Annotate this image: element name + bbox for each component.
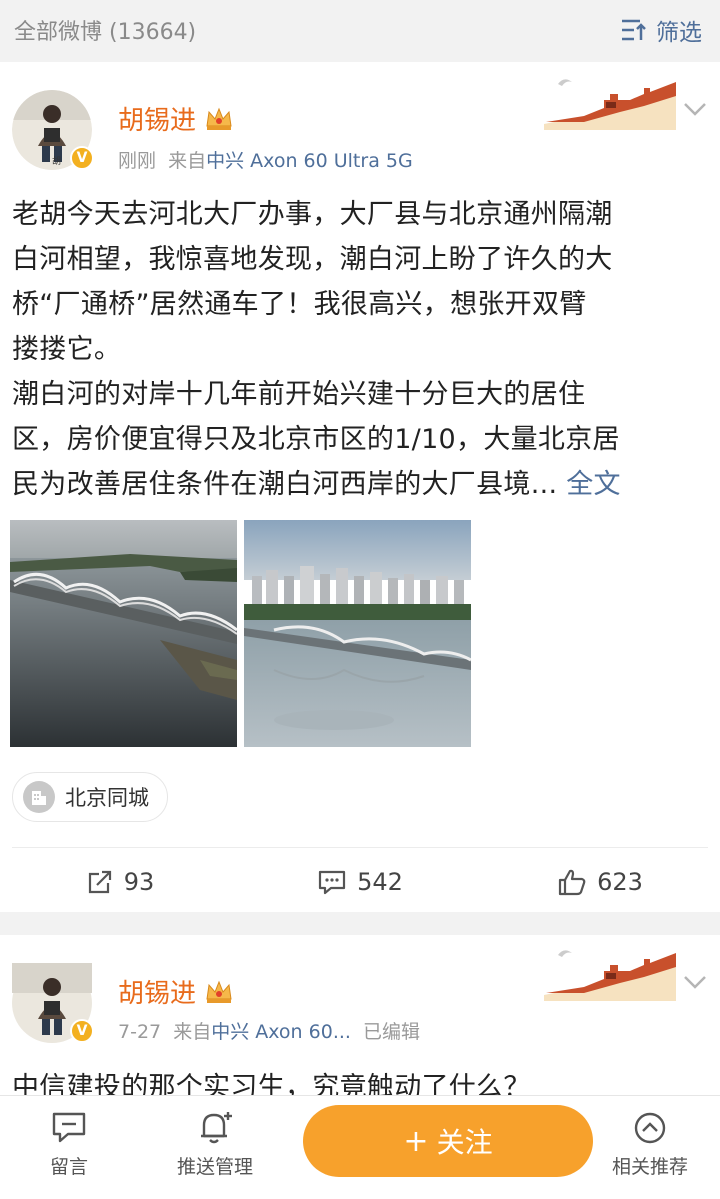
username-text: 胡锡进: [118, 106, 197, 136]
source-prefix: 来自: [173, 1021, 212, 1043]
chevron-down-icon[interactable]: [682, 973, 708, 991]
read-more-link[interactable]: 全文: [566, 469, 621, 500]
crown-icon: [206, 107, 232, 130]
like-count: 623: [597, 868, 643, 896]
post-count-label: 全部微博 (13664): [14, 20, 197, 45]
repost-icon: [88, 870, 111, 894]
post-card[interactable]: 胡 V 胡锡进 刚刚 来自中兴 Axon 60 Ultra 5G 老胡今天去河北…: [0, 62, 720, 912]
comment-button[interactable]: 542: [240, 857, 480, 907]
post-text-line: 搂搂它。: [12, 334, 122, 365]
building-icon: [23, 781, 55, 813]
username[interactable]: 胡锡进: [118, 100, 234, 137]
filter-icon: [622, 19, 646, 41]
great-wall-decoration-icon: [544, 79, 676, 130]
post-text-line: 区，房价便宜得只及北京市区的1/10，大量北京居: [12, 424, 620, 455]
post-meta: 7-27 来自中兴 Axon 60... 已编辑: [118, 1017, 420, 1044]
avatar[interactable]: 胡 V: [12, 90, 96, 174]
post-text-line: 民为改善居住条件在潮白河西岸的大厂县境... 全文: [12, 462, 708, 507]
chevron-down-icon[interactable]: [682, 100, 708, 118]
post-time: 7-27: [118, 1021, 162, 1043]
username[interactable]: 胡锡进: [118, 973, 234, 1010]
repost-button[interactable]: 93: [0, 857, 240, 907]
recommend-icon: [634, 1112, 666, 1144]
verified-badge-icon: V: [70, 1019, 94, 1043]
message-icon: [52, 1112, 86, 1143]
filter-button[interactable]: 筛选: [620, 13, 702, 47]
top-bar: 全部微博 (13664) 筛选: [0, 0, 720, 60]
crown-icon: [206, 980, 232, 1003]
repost-count: 93: [123, 868, 155, 896]
post-text-line: 潮白河的对岸十几年前开始兴建十分巨大的居住: [12, 379, 586, 410]
bell-plus-icon: [201, 1112, 232, 1144]
follow-label: 关注: [436, 1126, 493, 1159]
verified-badge-icon: V: [70, 146, 94, 170]
post-text-line: 老胡今天去河北大厂办事，大厂县与北京通州隔潮: [12, 199, 613, 230]
message-label: 留言: [50, 1156, 89, 1178]
filter-label: 筛选: [656, 20, 702, 46]
great-wall-decoration-icon: [544, 950, 676, 1001]
post-meta: 刚刚 来自中兴 Axon 60 Ultra 5G: [118, 146, 413, 173]
post-text-line: 桥“厂通桥”居然通车了！我很高兴，想张开双臂: [12, 289, 587, 320]
post-text-line: 中信建投的那个实习生，究竟触动了什么？: [12, 1072, 531, 1095]
post-text[interactable]: 老胡今天去河北大厂办事，大厂县与北京通州隔潮 白河相望，我惊喜地发现，潮白河上盼…: [12, 192, 708, 507]
avatar[interactable]: V: [12, 963, 96, 1047]
plus-icon: +: [403, 1123, 429, 1159]
like-button[interactable]: 623: [480, 857, 720, 907]
post-card[interactable]: V 胡锡进 7-27 来自中兴 Axon 60... 已编辑 中信建投的那个实习…: [0, 935, 720, 1095]
edited-label: 已编辑: [363, 1021, 421, 1043]
post-actions: 93 542 623: [0, 857, 720, 907]
source-prefix: 来自: [168, 150, 207, 172]
location-tag-label: 北京同城: [65, 786, 149, 810]
push-settings-label: 推送管理: [177, 1156, 254, 1178]
recommend-label: 相关推荐: [612, 1156, 689, 1178]
username-text: 胡锡进: [118, 979, 197, 1009]
post-time: 刚刚: [118, 150, 157, 172]
post-text[interactable]: 中信建投的那个实习生，究竟触动了什么？: [12, 1065, 708, 1095]
recommend-button[interactable]: 相关推荐: [612, 1110, 688, 1179]
comment-count: 542: [357, 868, 403, 896]
thumbs-up-icon: [558, 869, 586, 896]
post-image-bridge-1[interactable]: [10, 520, 237, 747]
location-tag[interactable]: 北京同城: [12, 772, 168, 822]
comment-icon: [318, 870, 346, 895]
divider: [12, 847, 708, 848]
source-device[interactable]: 中兴 Axon 60...: [211, 1021, 351, 1043]
svg-text:胡: 胡: [52, 155, 61, 167]
post-text-last: 民为改善居住条件在潮白河西岸的大厂县境...: [12, 469, 558, 500]
message-button[interactable]: 留言: [50, 1110, 88, 1179]
bottom-toolbar: 留言 推送管理 + 关注 相关推荐: [0, 1095, 720, 1199]
follow-button[interactable]: + 关注: [303, 1105, 593, 1177]
push-settings-button[interactable]: 推送管理: [177, 1110, 253, 1179]
source-device[interactable]: 中兴 Axon 60 Ultra 5G: [206, 150, 413, 172]
post-image-bridge-2[interactable]: [244, 520, 471, 747]
post-text-line: 白河相望，我惊喜地发现，潮白河上盼了许久的大: [12, 244, 613, 275]
